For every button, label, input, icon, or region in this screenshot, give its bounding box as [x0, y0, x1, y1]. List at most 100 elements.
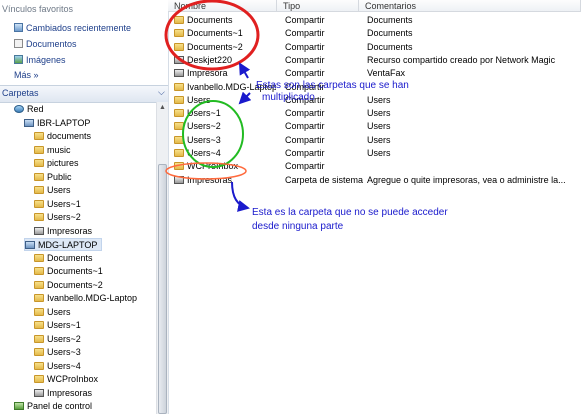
tree-item-label: Users — [47, 185, 71, 195]
tree-item-label: Users — [47, 306, 71, 317]
annotation-inaccessible-line1: Esta es la carpeta que no se puede acced… — [252, 207, 448, 218]
folders-header-bar[interactable]: Carpetas ⌵ — [0, 85, 168, 103]
tree-item[interactable]: pictures — [34, 157, 79, 170]
folder-icon — [34, 348, 44, 356]
tree-item-label: Impresoras — [47, 387, 93, 398]
cell-type: Carpeta de sistema — [285, 174, 364, 185]
tree-item[interactable]: Red — [14, 103, 44, 116]
cell-type: Compartir — [285, 148, 325, 158]
tree-item[interactable]: Public — [34, 171, 72, 184]
cell-name: Documents~2 — [174, 41, 276, 54]
row-name: Impresora — [187, 68, 228, 79]
favorites-more-link[interactable]: Más » — [14, 69, 39, 82]
tree-item[interactable]: MDG-LAPTOP — [24, 238, 103, 251]
cell-name: Users~3 — [174, 134, 276, 147]
favorite-label: Documentos — [26, 39, 77, 49]
tree-item-label: Red — [27, 104, 44, 114]
folder-icon — [34, 307, 44, 316]
favorite-pictures[interactable]: Imágenes — [14, 54, 66, 67]
table-row[interactable]: Deskjet220 Compartir Recurso compartido cr… — [168, 54, 581, 67]
tree-item[interactable]: Documents — [34, 252, 93, 265]
tree-item[interactable]: Users~1 — [34, 198, 81, 211]
favorite-documents[interactable]: Documentos — [14, 38, 77, 51]
tree-item-label: Users~1 — [47, 320, 81, 330]
cell-name: Users~2 — [174, 120, 276, 133]
recent-places-icon — [14, 23, 23, 32]
folder-icon — [174, 95, 184, 104]
favorite-label: Cambiados recientemente — [26, 23, 132, 33]
folder-icon — [174, 16, 184, 24]
scroll-up-icon[interactable]: ▲ — [159, 104, 166, 111]
folder-icon — [174, 162, 184, 171]
printer-icon — [174, 175, 184, 184]
tree-item-label: Documents~1 — [47, 266, 103, 276]
table-row[interactable]: Users~2 Compartir Users — [168, 120, 581, 133]
tree-item[interactable]: IBR-LAPTOP — [24, 117, 90, 130]
tree-item[interactable]: Users~3 — [34, 346, 81, 359]
chevron-down-icon[interactable]: ⌵ — [158, 87, 165, 98]
folder-icon — [34, 159, 44, 167]
tree-item[interactable]: Users~4 — [34, 360, 81, 373]
favorites-header: Vínculos favoritos — [2, 4, 74, 14]
table-row[interactable]: Documents Compartir Documents — [168, 14, 581, 27]
cell-comment: Users — [367, 108, 391, 119]
tree-item[interactable]: WCProInbox — [34, 373, 98, 386]
cell-type: Compartir — [285, 134, 325, 145]
tree-item[interactable]: Users~2 — [34, 211, 81, 224]
tree-scrollbar[interactable]: ▲ — [156, 102, 168, 414]
table-row[interactable]: Users~3 Compartir Users — [168, 134, 581, 147]
tree-item[interactable]: Users — [34, 184, 71, 197]
table-row[interactable]: Impresoras Carpeta de sistema Agregue o qu… — [168, 174, 581, 187]
cell-type: Compartir — [285, 28, 325, 39]
folder-icon — [34, 375, 44, 383]
column-header-comments[interactable]: Comentarios — [359, 0, 581, 12]
tree-item-label: Documents~2 — [47, 279, 103, 290]
cell-name: Impresoras — [174, 174, 276, 187]
cell-name: Users~1 — [174, 107, 276, 120]
tree-item-label: Users~2 — [47, 212, 81, 222]
table-row[interactable]: Users~1 Compartir Users — [168, 107, 581, 120]
table-row[interactable]: Documents~2 Compartir Documents — [168, 41, 581, 54]
folder-icon — [34, 280, 44, 289]
tree-item[interactable]: Impresoras — [34, 225, 92, 238]
tree-item-label: documents — [47, 131, 92, 141]
tree-item[interactable]: Users~1 — [34, 319, 81, 332]
favorite-recent-places[interactable]: Cambiados recientemente — [14, 22, 131, 35]
tree-item-label: Users~1 — [47, 198, 81, 209]
cell-type: Compartir — [285, 161, 325, 172]
tree-item[interactable]: Ivanbello.MDG-Laptop — [34, 292, 137, 305]
cell-comment: Agregue o quite impresoras, vea o admini… — [367, 174, 566, 185]
folder-icon — [174, 42, 184, 51]
table-row[interactable]: Users~4 Compartir Users — [168, 147, 581, 160]
folder-icon — [34, 321, 44, 329]
tree-item-label: music — [47, 144, 71, 155]
annotation-inaccessible-line2: desde ninguna parte — [252, 221, 344, 232]
tree-item[interactable]: Panel de control — [14, 400, 92, 413]
folder-icon — [34, 132, 44, 140]
cell-type: Compartir — [285, 15, 325, 25]
tree-item[interactable]: Users~2 — [34, 333, 81, 346]
scrollbar-thumb[interactable] — [158, 164, 167, 414]
cell-comment: Users — [367, 121, 391, 132]
tree-item[interactable]: documents — [34, 130, 91, 143]
tree-item[interactable]: music — [34, 144, 71, 157]
folder-icon — [174, 122, 184, 131]
table-row[interactable]: Users Compartir Users — [168, 94, 581, 107]
cell-name: Documents~1 — [174, 27, 276, 40]
cell-type: Compartir — [285, 108, 325, 119]
tree-item[interactable]: Impresoras — [34, 387, 92, 400]
tree-item[interactable]: Documents~2 — [34, 279, 103, 292]
column-header-name[interactable]: Nombre — [168, 0, 277, 12]
favorite-label: Imágenes — [26, 55, 66, 65]
row-name: Documents — [187, 15, 233, 25]
table-row[interactable]: Documents~1 Compartir Documents — [168, 27, 581, 40]
column-header-type[interactable]: Tipo — [277, 0, 359, 12]
tree-item[interactable]: Users — [34, 306, 71, 319]
cell-name: Deskjet220 — [174, 54, 276, 67]
table-row[interactable]: WCProInbox Compartir — [168, 160, 581, 173]
tree-item-label: Documents — [47, 252, 93, 263]
tree-item[interactable]: Documents~1 — [34, 265, 103, 278]
printer-icon — [174, 55, 184, 64]
tree-item-label: Users~4 — [47, 360, 81, 371]
folder-icon — [34, 172, 44, 181]
